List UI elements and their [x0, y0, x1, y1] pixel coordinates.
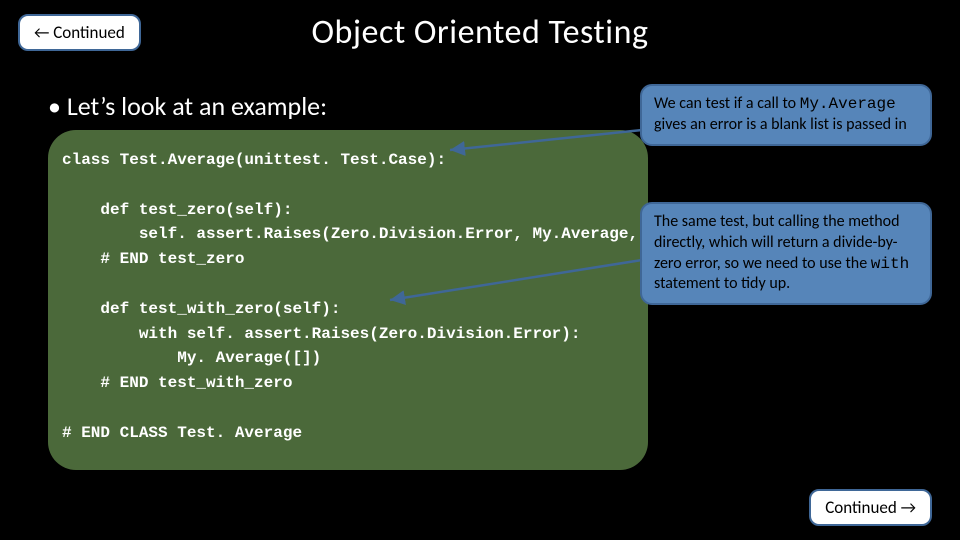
code-block: class Test.Average(unittest. Test.Case):… — [48, 130, 648, 470]
callout2-text-b: statement to tidy up. — [654, 274, 790, 293]
callout1-text-b: gives an error is a blank list is passed… — [654, 115, 907, 134]
callout1-text-a: We can test if a call to — [654, 94, 800, 113]
callout2-mono: with — [871, 255, 909, 273]
callout-test-call: We can test if a call to My.Average give… — [640, 84, 932, 146]
callout1-mono: My.Average — [800, 95, 896, 113]
callout-with-statement: The same test, but calling the method di… — [640, 202, 932, 305]
next-continued-pill: Continued → — [809, 489, 932, 526]
page-title: Object Oriented Testing — [0, 12, 960, 53]
example-bullet: • Let’s look at an example: — [48, 90, 327, 122]
prev-continued-pill: ← Continued — [18, 14, 141, 51]
callout2-text-a: The same test, but calling the method di… — [654, 212, 900, 273]
